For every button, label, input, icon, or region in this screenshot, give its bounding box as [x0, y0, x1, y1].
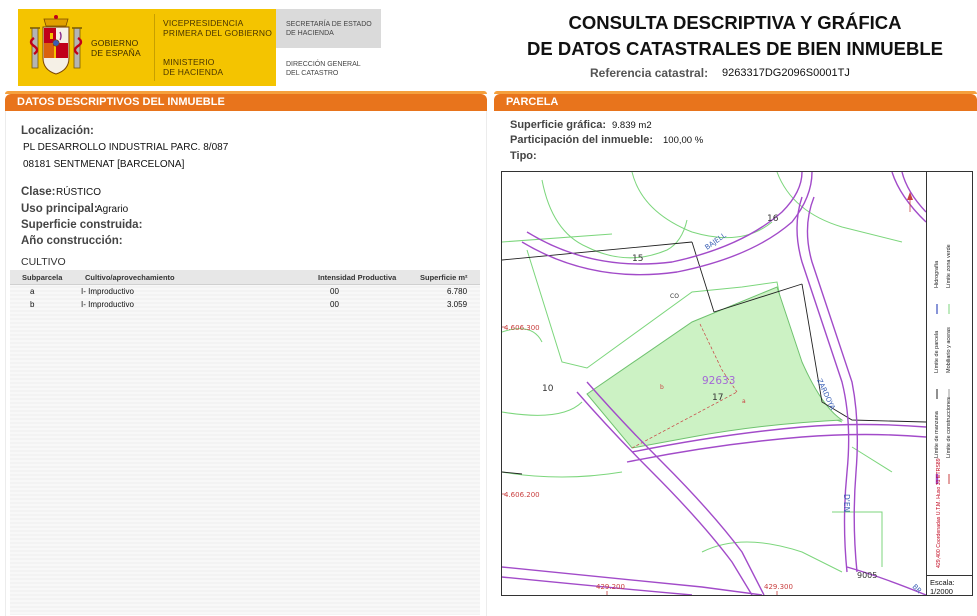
- title-line-1: CONSULTA DESCRIPTIVA Y GRÁFICA: [568, 12, 902, 33]
- clase-value: RÚSTICO: [56, 187, 101, 198]
- map-label-17: 17: [712, 393, 723, 403]
- coord-x-429300: 429.300: [764, 583, 793, 591]
- vicepresidencia-label: VICEPRESIDENCIA PRIMERA DEL GOBIERNO: [163, 18, 272, 38]
- parcela-panel: Superficie gráfica: 9.839 m2 Participaci…: [494, 111, 977, 616]
- map-label-co: CO: [670, 293, 679, 300]
- uso-principal-value: Agrario: [96, 204, 129, 215]
- cadastral-map-canvas[interactable]: 15 16 17 10 92633 9005 CO a b BAJELL ZAR…: [502, 172, 926, 595]
- ministerio-label: MINISTERIO DE HACIENDA: [163, 57, 223, 77]
- coord-y-4606200: 4.606.200: [504, 491, 540, 499]
- map-label-subparcel-b: b: [660, 384, 664, 391]
- table-row: b I- Improductivo 00 3.059: [10, 300, 480, 313]
- cell-intensidad: 00: [330, 300, 339, 309]
- col-superficie: Superficie m²: [420, 273, 468, 282]
- table-row: a I- Improductivo 00 6.780: [10, 287, 480, 300]
- secretaria-block: SECRETARÍA DE ESTADO DE HACIENDA: [276, 9, 381, 48]
- legend-limite-parcela: Límite de parcela: [934, 330, 940, 373]
- participacion-label: Participación del inmueble:: [510, 134, 654, 146]
- anio-construccion-label: Año construcción:: [21, 235, 123, 247]
- cultivo-table: Subparcela Cultivo/aprovechamiento Inten…: [10, 270, 480, 615]
- vicepresidencia-line-2: PRIMERA DEL GOBIERNO: [163, 28, 273, 38]
- address-line-1: PL DESARROLLO INDUSTRIAL PARC. 8/087: [23, 142, 229, 153]
- direccion-general-label: DIRECCIÓN GENERAL DEL CATASTRO: [286, 60, 361, 78]
- secretaria-line-1: SECRETARÍA DE ESTADO: [286, 21, 372, 28]
- legend-mobiliario-aceras: Mobiliario y aceras: [946, 327, 952, 373]
- referencia-value: 9263317DG2096S0001TJ: [722, 67, 850, 79]
- map-label-9005: 9005: [857, 571, 877, 580]
- clase-label: Clase:: [21, 186, 56, 198]
- cell-cultivo: I- Improductivo: [81, 287, 134, 296]
- ministerio-line-2: DE HACIENDA: [163, 67, 224, 77]
- cell-superficie: 3.059: [447, 300, 468, 309]
- secretaria-label: SECRETARÍA DE ESTADO DE HACIENDA: [286, 20, 372, 38]
- col-subparcela: Subparcela: [22, 273, 63, 282]
- gobierno-line-2: DE ESPAÑA: [91, 48, 141, 58]
- legend-limite-manzana: Límite de manzana: [934, 411, 940, 458]
- legend-limite-construcciones: Límite de construcciones: [946, 397, 952, 458]
- gobierno-line-1: GOBIERNO: [91, 38, 139, 48]
- participacion-value: 100,00 %: [663, 135, 704, 146]
- legend-limite-zona-verde: Límite zona verde: [946, 244, 952, 288]
- address-line-2: 08181 SENTMENAT [BARCELONA]: [23, 159, 185, 170]
- cell-cultivo: I- Improductivo: [81, 300, 134, 309]
- referencia-label: Referencia catastral:: [590, 66, 709, 80]
- datos-descriptivos-panel: Localización: PL DESARROLLO INDUSTRIAL P…: [5, 111, 487, 616]
- map-label-16: 16: [767, 214, 779, 224]
- superficie-grafica-value: 9.839 m2: [612, 120, 652, 131]
- cultivo-label: CULTIVO: [21, 256, 66, 268]
- legend-hidrografia: Hidrografía: [934, 260, 940, 288]
- gobierno-logo-block: GOBIERNO DE ESPAÑA VICEPRESIDENCIA PRIME…: [18, 9, 276, 86]
- superficie-construida-label: Superficie construida:: [21, 219, 143, 231]
- direccion-line-1: DIRECCIÓN GENERAL: [286, 61, 361, 68]
- gobierno-label: GOBIERNO DE ESPAÑA: [91, 38, 141, 58]
- col-intensidad: Intensidad Productiva: [318, 273, 397, 282]
- secretaria-line-2: DE HACIENDA: [286, 30, 334, 37]
- cell-superficie: 6.780: [447, 287, 468, 296]
- document-title: CONSULTA DESCRIPTIVA Y GRÁFICA DE DATOS …: [490, 10, 977, 62]
- map-label-92633: 92633: [702, 375, 735, 387]
- cell-subparcela: b: [30, 300, 35, 309]
- title-line-2: DE DATOS CATASTRALES DE BIEN INMUEBLE: [527, 38, 943, 59]
- street-label-bajell: BAJELL: [704, 231, 728, 251]
- vicepresidencia-line-1: VICEPRESIDENCIA: [163, 18, 244, 28]
- map-legend: Límite de manzana Límite de parcela Lími…: [926, 172, 972, 595]
- uso-principal-label: Uso principal:: [21, 203, 98, 215]
- tipo-label: Tipo:: [510, 150, 537, 162]
- datos-descriptivos-header: DATOS DESCRIPTIVOS DEL INMUEBLE: [5, 91, 487, 111]
- cadastral-map[interactable]: 15 16 17 10 92633 9005 CO a b BAJELL ZAR…: [501, 171, 973, 596]
- logo-divider: [154, 14, 155, 81]
- legend-crs-note: 429,400 Coordenadas U.T.M. Huso 31 ETRS8…: [936, 458, 942, 568]
- coord-x-429200: 429.200: [596, 583, 625, 591]
- map-label-15: 15: [632, 254, 643, 264]
- coord-y-4606300: 4.606.300: [504, 324, 540, 332]
- localizacion-label: Localización:: [21, 125, 94, 137]
- scale-label: Escala:: [930, 578, 955, 587]
- cell-subparcela: a: [30, 287, 35, 296]
- scale-value: 1/2000: [930, 587, 953, 596]
- parcela-header: PARCELA: [494, 91, 977, 111]
- map-label-10: 10: [542, 384, 554, 394]
- col-cultivo: Cultivo/aprovechamiento: [85, 273, 175, 282]
- coat-of-arms-icon: [29, 15, 83, 75]
- map-label-subparcel-a: a: [742, 398, 746, 405]
- direccion-line-2: DEL CATASTRO: [286, 70, 339, 77]
- ministerio-line-1: MINISTERIO: [163, 57, 215, 67]
- street-label-den: D'EN: [842, 494, 851, 512]
- cell-intensidad: 00: [330, 287, 339, 296]
- cultivo-table-header: Subparcela Cultivo/aprovechamiento Inten…: [10, 270, 480, 285]
- map-scale: Escala: 1/2000: [927, 575, 972, 596]
- superficie-grafica-label: Superficie gráfica:: [510, 119, 606, 131]
